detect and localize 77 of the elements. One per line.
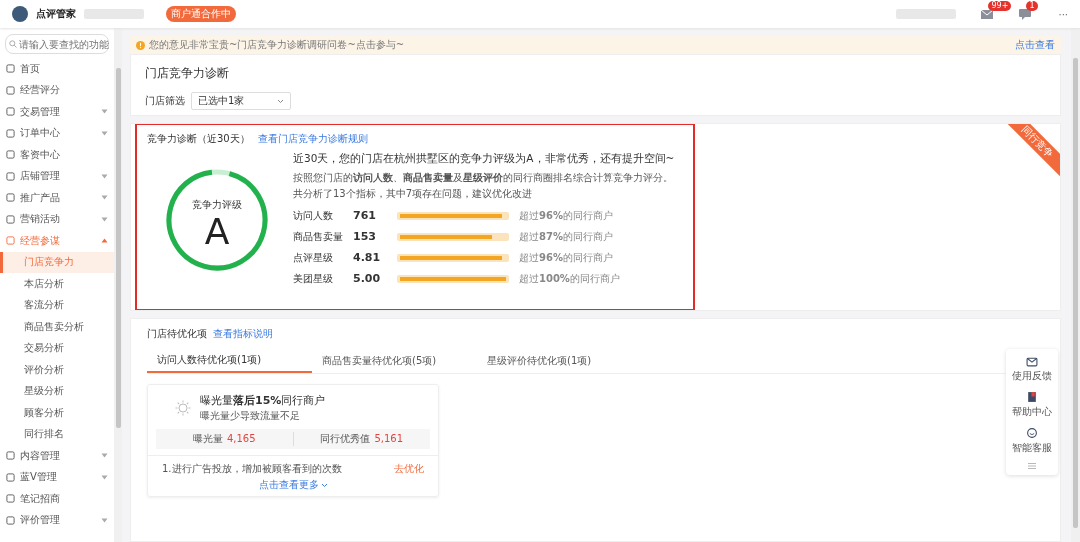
app-name: 点评管家 xyxy=(36,7,76,21)
logo-icon xyxy=(12,6,28,22)
issue-description: 曝光量少导致流量不足 xyxy=(200,409,301,423)
explain-text: 按照您门店的访问人数、商品售卖量及星级评价的同行商圈排名综合计算竞争力评分。 xyxy=(293,171,674,185)
metric-name: 商品售卖量 xyxy=(293,229,344,244)
rating-grade: A xyxy=(204,211,230,252)
more-button[interactable]: ··· xyxy=(1058,8,1068,20)
chevron-icon xyxy=(277,98,284,104)
sidebar-item[interactable]: 经营评分 xyxy=(0,79,114,101)
sidebar-item[interactable]: 订单中心 xyxy=(0,122,114,144)
chat-bubble-icon xyxy=(1026,427,1038,439)
scrollbar-thumb[interactable] xyxy=(1073,58,1078,528)
tip-text: 1.进行广告投放，增加被顾客看到的次数 xyxy=(162,462,343,476)
tab[interactable]: 商品售卖量待优化项(5项) xyxy=(312,349,477,373)
page-title: 门店竞争力诊断 xyxy=(145,65,230,82)
summary-text: 近30天，您的门店在杭州拱墅区的竞争力评级为A，非常优秀，还有提升空间~ xyxy=(293,152,676,166)
chevron-icon xyxy=(320,482,328,488)
metric-value: 5.00 xyxy=(353,272,382,285)
view-link[interactable]: 点击查看 xyxy=(1015,38,1055,52)
section-title: 竞争力诊断（近30天） xyxy=(147,132,250,146)
metric-name: 访问人数 xyxy=(293,208,334,223)
sidebar-item[interactable]: 笔记招商 xyxy=(0,488,114,510)
metric-name: 点评星级 xyxy=(293,250,334,265)
sidebar-item[interactable]: 评价管理 xyxy=(0,509,114,531)
search-field[interactable]: 请输入要查找的功能 xyxy=(5,34,109,54)
envelope-icon xyxy=(1026,355,1038,367)
sidebar-item[interactable]: 交易管理 xyxy=(0,101,114,123)
store-select[interactable]: 已选中1家 xyxy=(191,92,291,110)
search-icon xyxy=(9,40,17,48)
scrollbar-thumb[interactable] xyxy=(115,68,121,428)
rules-link[interactable]: 查看门店竞争力诊断规则 xyxy=(257,132,368,146)
metric-note: 超过87%的同行商户 xyxy=(519,229,613,244)
tab[interactable]: 星级评价待优化项(1项) xyxy=(477,349,642,373)
stat-text: 曝光量 4,165 xyxy=(191,432,257,446)
chat-icon[interactable] xyxy=(1018,8,1033,20)
view-more-link[interactable]: 点击查看更多 xyxy=(258,478,328,492)
metric-name: 美团星级 xyxy=(293,271,334,286)
sidebar-subitem[interactable]: 商品售卖分析 xyxy=(0,316,114,338)
metric-note: 超过100%的同行商户 xyxy=(519,271,620,286)
sidebar-subitem[interactable]: 评价分析 xyxy=(0,359,114,381)
tab[interactable]: 访问人数待优化项(1项) xyxy=(147,349,312,373)
float-button[interactable]: 智能客服 xyxy=(1012,427,1052,455)
metric-help-link[interactable]: 查看指标说明 xyxy=(213,327,273,341)
sidebar-subitem[interactable]: 同行排名 xyxy=(0,423,114,445)
count-badge: 1 xyxy=(1026,1,1038,11)
metric-note: 超过96%的同行商户 xyxy=(519,208,613,223)
book-icon xyxy=(1026,391,1038,403)
sidebar-subitem[interactable]: 本店分析 xyxy=(0,273,114,295)
section-title: 门店待优化项 xyxy=(147,327,207,341)
sidebar-subitem[interactable]: 客流分析 xyxy=(0,294,114,316)
sidebar-item[interactable]: 客资中心 xyxy=(0,144,114,166)
sidebar-item[interactable]: 营销活动 xyxy=(0,208,114,230)
notice-text: 您的意见非常宝贵~门店竞争力诊断调研问卷~点击参与~ xyxy=(149,38,405,52)
metric-value: 4.81 xyxy=(353,251,382,264)
sidebar-item[interactable]: 内容管理 xyxy=(0,445,114,467)
sidebar-subitem[interactable]: 顾客分析 xyxy=(0,402,114,424)
analysis-text: 共分析了13个指标，其中7项存在问题，建议优化改进 xyxy=(293,187,534,201)
metric-value: 153 xyxy=(353,230,377,243)
float-button[interactable]: 使用反馈 xyxy=(1012,355,1052,383)
warning-icon xyxy=(136,40,145,50)
sidebar-item[interactable]: 首页 xyxy=(0,58,114,80)
metric-value: 761 xyxy=(353,209,377,222)
metric-note: 超过96%的同行商户 xyxy=(519,250,613,265)
float-button[interactable]: 帮助中心 xyxy=(1012,391,1052,419)
sidebar-item[interactable]: 店铺管理 xyxy=(0,165,114,187)
sidebar-subitem[interactable]: 星级分析 xyxy=(0,380,114,402)
mail-icon[interactable] xyxy=(980,8,995,20)
sidebar-item[interactable]: 蓝V管理 xyxy=(0,466,114,488)
rating-label: 竞争力评级 xyxy=(192,199,242,210)
sidebar-item[interactable]: 推广产品 xyxy=(0,187,114,209)
filter-label: 门店筛选 xyxy=(145,94,185,108)
status-badge: 商户通合作中 xyxy=(166,6,236,22)
issue-headline: 曝光量落后15%同行商户 xyxy=(200,393,326,408)
stat-text: 同行优秀值 5,161 xyxy=(292,432,430,446)
sun-icon xyxy=(174,399,192,417)
sidebar-subitem[interactable]: 交易分析 xyxy=(0,337,114,359)
count-badge: 99+ xyxy=(988,1,1012,11)
